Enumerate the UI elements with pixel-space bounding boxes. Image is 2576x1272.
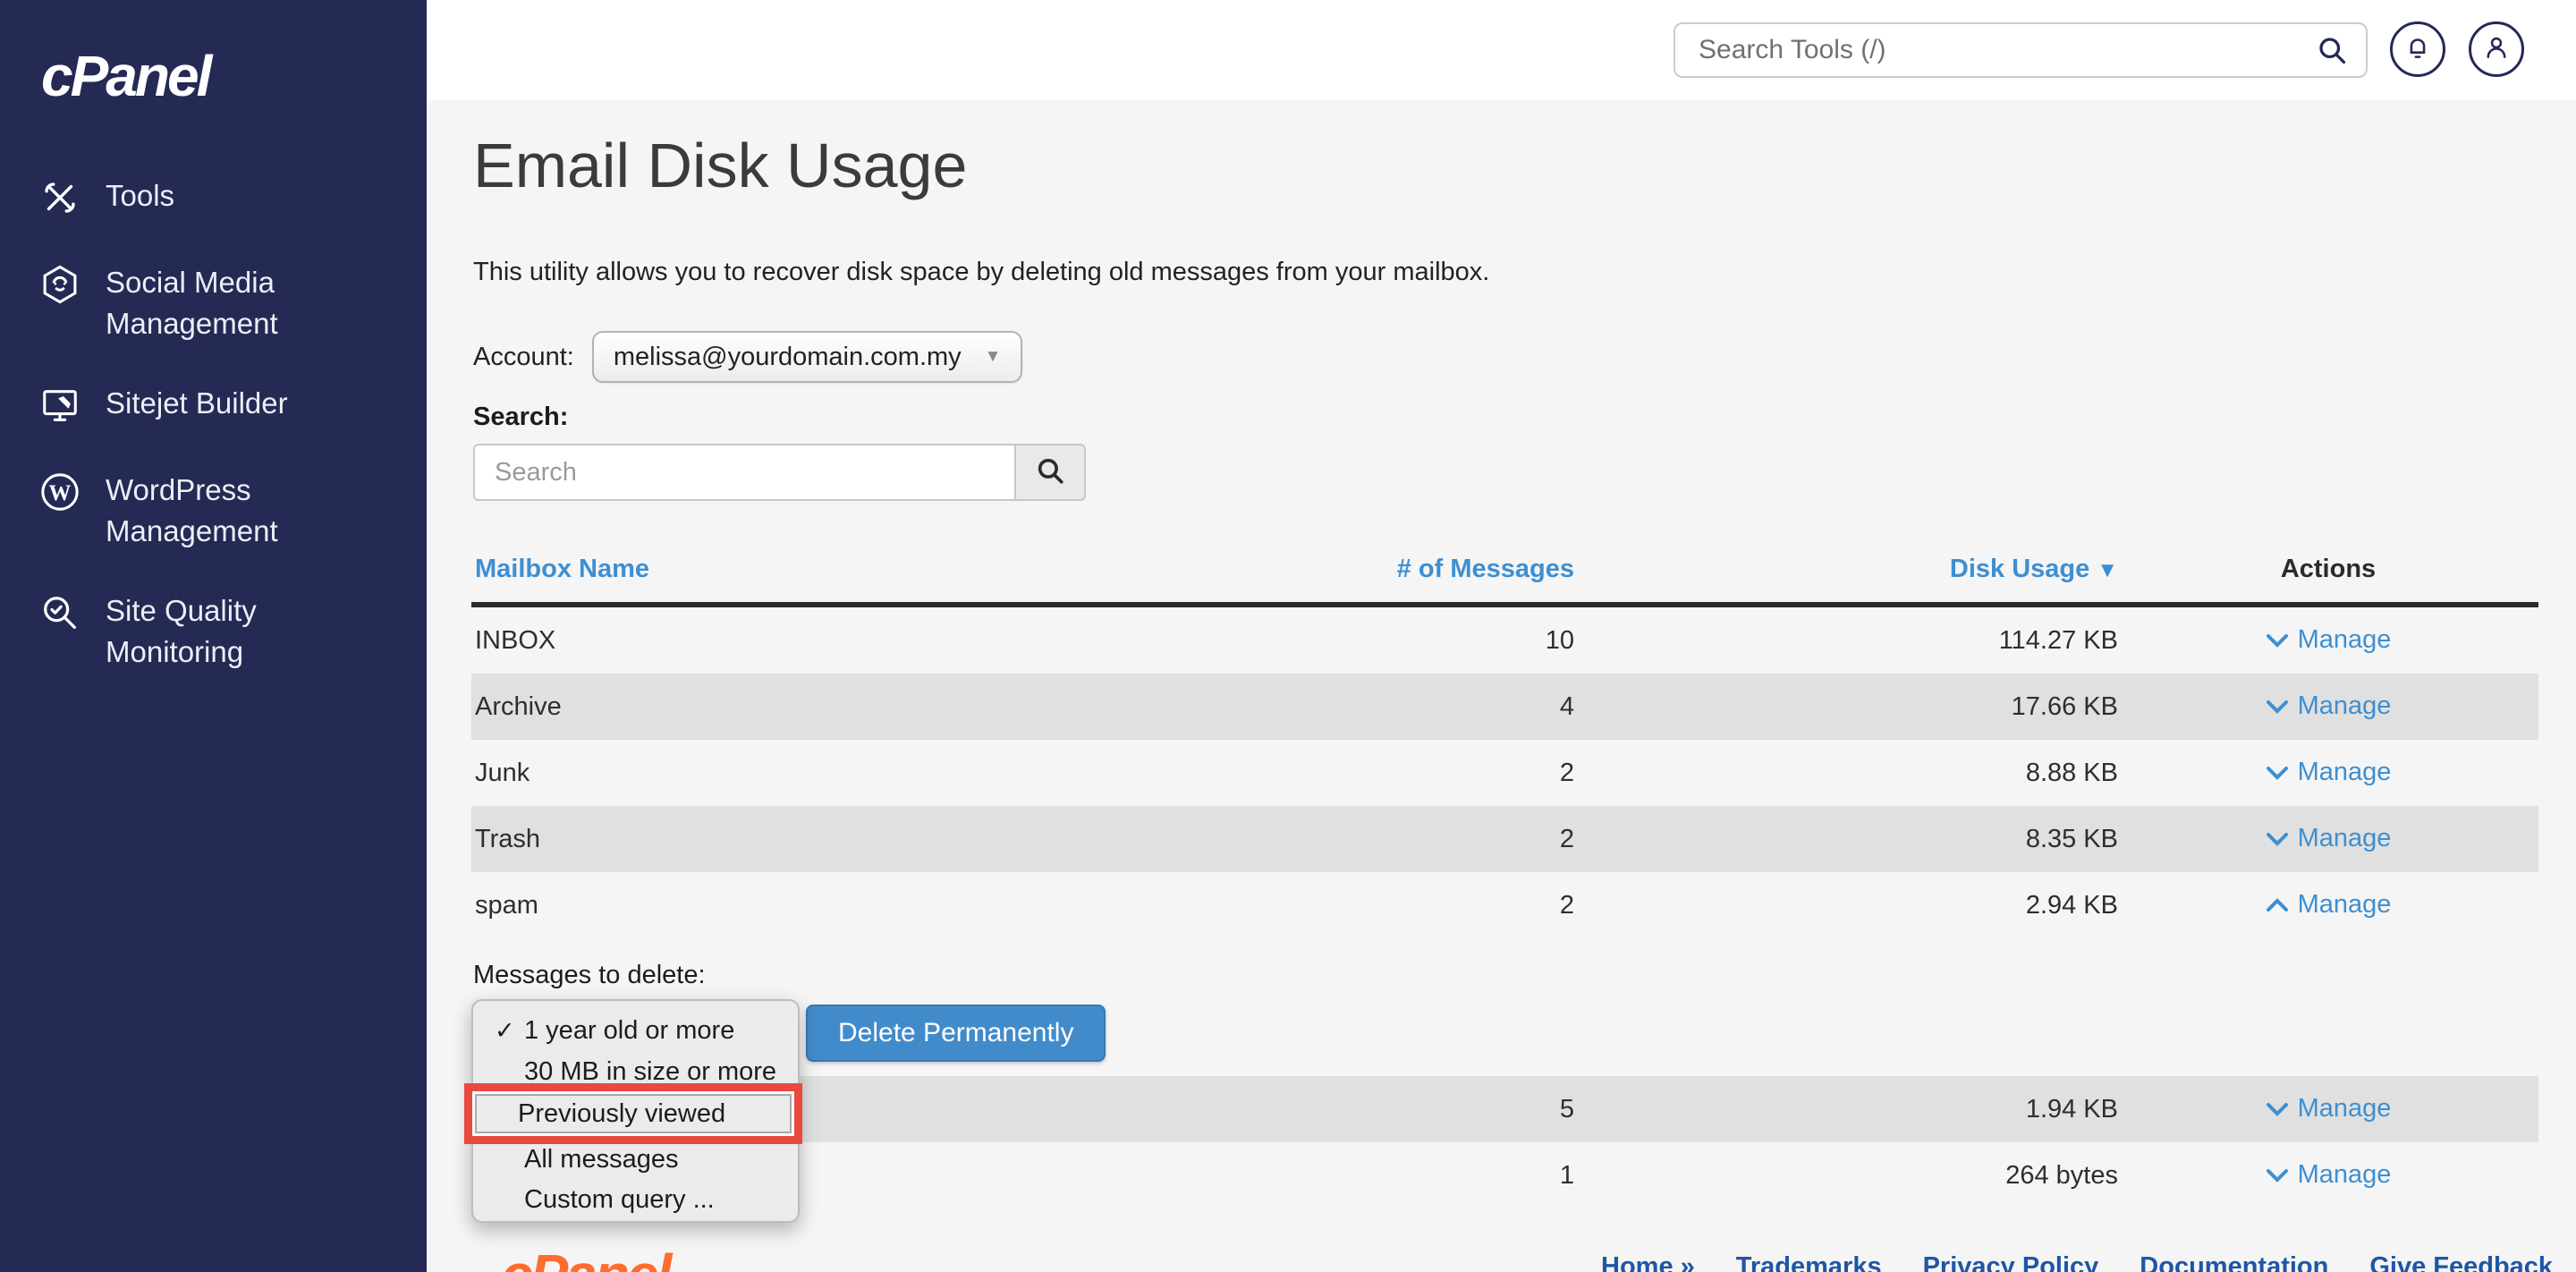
account-label: Account:	[473, 343, 574, 372]
search-icon[interactable]	[2316, 34, 2348, 71]
message-count: 1	[990, 1161, 1574, 1191]
table-row: Junk 2 8.88 KB Manage	[471, 740, 2538, 806]
delete-section: 5 1.94 KB Manage 1 264 bytes Manage ✓ 1 …	[471, 999, 2538, 1272]
table-row: Trash 2 8.35 KB Manage	[471, 806, 2538, 872]
mailbox-name: Junk	[471, 759, 990, 788]
page-title: Email Disk Usage	[473, 130, 967, 201]
sidebar-item-wordpress[interactable]: W WordPress Management	[0, 450, 427, 571]
disk-usage: 17.66 KB	[1574, 692, 2118, 722]
chevron-down-icon	[2266, 1101, 2289, 1117]
user-icon	[2481, 32, 2512, 67]
table-row: INBOX 10 114.27 KB Manage	[471, 607, 2538, 674]
manage-link[interactable]: Manage	[2266, 824, 2392, 853]
sidebar-item-label: Tools	[106, 175, 174, 216]
chevron-down-icon	[2266, 831, 2289, 847]
manage-link[interactable]: Manage	[2266, 1160, 2392, 1190]
sidebar-item-sitejet[interactable]: Sitejet Builder	[0, 363, 427, 450]
messages-to-delete-label: Messages to delete:	[473, 961, 706, 990]
message-count: 10	[990, 626, 1574, 656]
manage-link[interactable]: Manage	[2266, 1094, 2392, 1124]
sidebar-item-label: Social Media Management	[106, 262, 374, 343]
column-header-messages[interactable]: # of Messages	[990, 555, 1574, 584]
message-count: 2	[990, 825, 1574, 854]
chevron-down-icon	[2266, 1167, 2289, 1183]
account-button[interactable]	[2469, 21, 2524, 77]
manage-link[interactable]: Manage	[2266, 890, 2392, 920]
cpanel-logo[interactable]: cPanel	[41, 43, 209, 109]
message-count: 2	[990, 891, 1574, 920]
disk-usage: 8.88 KB	[1574, 759, 2118, 788]
tools-search-input[interactable]	[1674, 22, 2368, 78]
top-header	[427, 0, 2576, 100]
disk-usage: 264 bytes	[1574, 1161, 2118, 1191]
dropdown-option-all-messages[interactable]: All messages	[473, 1140, 798, 1179]
mailbox-search-input[interactable]	[473, 444, 1014, 501]
sidebar-item-label: Sitejet Builder	[106, 383, 288, 424]
annotation-highlight-box: Previously viewed	[464, 1083, 802, 1144]
sidebar-item-label: WordPress Management	[106, 470, 374, 551]
footer-link-privacy-policy[interactable]: Privacy Policy	[1923, 1252, 2099, 1272]
mailbox-search-button[interactable]	[1014, 444, 1086, 501]
sidebar-item-tools[interactable]: Tools	[0, 156, 427, 242]
footer-link-documentation[interactable]: Documentation	[2140, 1252, 2328, 1272]
sidebar-item-label: Site Quality Monitoring	[106, 590, 374, 672]
column-header-mailbox-name[interactable]: Mailbox Name	[471, 555, 990, 584]
manage-link[interactable]: Manage	[2266, 758, 2392, 787]
svg-text:W: W	[49, 481, 72, 505]
sidebar-item-site-quality[interactable]: Site Quality Monitoring	[0, 571, 427, 691]
mailbox-table: Mailbox Name # of Messages Disk Usage▼ A…	[471, 555, 2538, 938]
dropdown-option-custom-query[interactable]: Custom query ...	[473, 1180, 798, 1219]
main-content: Email Disk Usage This utility allows you…	[427, 100, 2576, 1272]
caret-down-icon: ▼	[985, 347, 1002, 367]
mailbox-name: INBOX	[471, 626, 990, 656]
sidebar-menu: Tools Social Media Management	[0, 156, 427, 691]
footer-link-give-feedback[interactable]: Give Feedback	[2369, 1252, 2553, 1272]
disk-usage: 8.35 KB	[1574, 825, 2118, 854]
chevron-down-icon	[2266, 699, 2289, 715]
footer-cpanel-logo: cPanel	[501, 1242, 669, 1272]
search-label: Search:	[473, 403, 568, 432]
sidebar: cPanel Tools Social Media M	[0, 0, 427, 1272]
notifications-button[interactable]	[2390, 21, 2445, 77]
chevron-down-icon	[2266, 632, 2289, 649]
site-quality-icon	[39, 590, 80, 638]
message-count: 4	[990, 692, 1574, 722]
message-count: 5	[990, 1095, 1574, 1124]
dropdown-option-1-year[interactable]: ✓ 1 year old or more	[473, 1011, 798, 1050]
account-dropdown-value: melissa@yourdomain.com.my	[614, 343, 962, 372]
page-description: This utility allows you to recover disk …	[473, 258, 1489, 287]
chevron-down-icon	[2266, 765, 2289, 781]
sitejet-builder-icon	[39, 383, 80, 430]
mailbox-name: Trash	[471, 825, 990, 854]
table-header-row: Mailbox Name # of Messages Disk Usage▼ A…	[471, 555, 2538, 607]
footer-link-trademarks[interactable]: Trademarks	[1736, 1252, 1882, 1272]
wordpress-icon: W	[39, 470, 80, 517]
account-dropdown[interactable]: melissa@yourdomain.com.my ▼	[592, 331, 1023, 383]
column-header-actions: Actions	[2118, 555, 2538, 584]
sort-desc-icon: ▼	[2097, 558, 2118, 582]
social-media-icon	[39, 262, 80, 310]
table-row: spam 2 2.94 KB Manage	[471, 872, 2538, 938]
search-icon	[1035, 455, 1065, 490]
column-header-disk-usage[interactable]: Disk Usage▼	[1574, 555, 2118, 584]
table-row: Archive 4 17.66 KB Manage	[471, 674, 2538, 740]
disk-usage: 114.27 KB	[1574, 626, 2118, 656]
bell-icon	[2402, 32, 2433, 67]
tools-icon	[39, 175, 80, 223]
disk-usage: 2.94 KB	[1574, 891, 2118, 920]
check-icon: ✓	[495, 1011, 515, 1050]
mailbox-name: Archive	[471, 692, 990, 722]
chevron-up-icon	[2266, 897, 2289, 913]
manage-link[interactable]: Manage	[2266, 625, 2392, 655]
sidebar-item-social-media[interactable]: Social Media Management	[0, 242, 427, 363]
message-count: 2	[990, 759, 1574, 788]
footer-links: Home » Trademarks Privacy Policy Documen…	[1601, 1252, 2553, 1272]
manage-link[interactable]: Manage	[2266, 691, 2392, 721]
disk-usage: 1.94 KB	[1574, 1095, 2118, 1124]
footer-link-home[interactable]: Home »	[1601, 1252, 1695, 1272]
dropdown-option-previously-viewed[interactable]: Previously viewed	[475, 1094, 792, 1133]
mailbox-name: spam	[471, 891, 990, 920]
delete-permanently-button[interactable]: Delete Permanently	[806, 1005, 1106, 1062]
